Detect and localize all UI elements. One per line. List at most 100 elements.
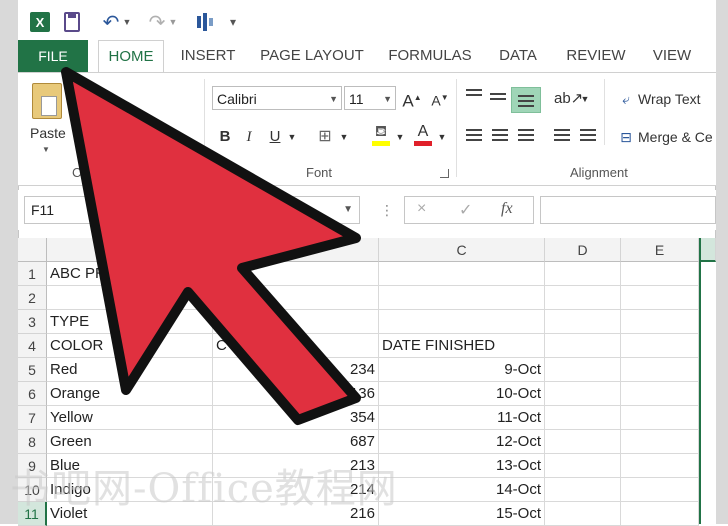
table-cell[interactable]: 12-Oct — [379, 430, 545, 454]
tab-data[interactable]: DATA — [492, 40, 544, 72]
paste-dropdown-icon[interactable]: ▼ — [42, 145, 50, 154]
font-name-select[interactable]: Calibri ▼ — [212, 86, 342, 110]
formula-bar-splitter-icon[interactable]: ⋮ — [380, 202, 394, 219]
table-cell[interactable]: Green — [47, 430, 213, 454]
font-dialog-launcher-icon[interactable] — [440, 169, 449, 178]
table-cell[interactable] — [621, 262, 699, 286]
table-cell[interactable]: 234 — [213, 358, 379, 382]
table-cell[interactable]: 214 — [213, 478, 379, 502]
row-header[interactable]: 5 — [18, 358, 47, 382]
table-cell[interactable] — [621, 454, 699, 478]
column-header-e[interactable]: E — [621, 238, 699, 262]
table-cell[interactable]: 13-Oct — [379, 454, 545, 478]
fill-color-dropdown-icon[interactable]: ▼ — [394, 125, 406, 149]
table-cell[interactable] — [545, 262, 621, 286]
wrap-text-button[interactable]: Wrap Text — [638, 87, 718, 111]
row-header[interactable]: 3 — [18, 310, 47, 334]
merge-center-button[interactable]: Merge & Ce — [638, 125, 716, 149]
table-cell[interactable] — [621, 382, 699, 406]
table-cell[interactable] — [545, 406, 621, 430]
table-cell[interactable]: Violet — [47, 502, 213, 526]
table-cell[interactable]: C — [213, 334, 379, 358]
redo-dropdown-icon[interactable]: ▼ — [168, 12, 178, 32]
align-left-icon[interactable] — [466, 129, 482, 143]
table-cell[interactable]: Red — [47, 358, 213, 382]
table-cell[interactable] — [545, 334, 621, 358]
borders-dropdown-icon[interactable]: ▼ — [338, 125, 350, 149]
table-cell[interactable] — [47, 286, 213, 310]
grow-font-button[interactable]: A▲ — [400, 86, 424, 111]
save-icon[interactable] — [64, 12, 80, 32]
align-right-icon[interactable] — [518, 129, 534, 143]
table-cell[interactable] — [621, 406, 699, 430]
row-header[interactable]: 7 — [18, 406, 47, 430]
row-header[interactable]: 4 — [18, 334, 47, 358]
row-header[interactable]: 9 — [18, 454, 47, 478]
orientation-dropdown-icon[interactable]: ▼ — [580, 87, 590, 111]
table-cell[interactable] — [545, 358, 621, 382]
tab-review[interactable]: REVIEW — [564, 40, 628, 72]
table-cell[interactable]: Blue — [47, 454, 213, 478]
undo-dropdown-icon[interactable]: ▼ — [122, 12, 132, 32]
paste-button-label[interactable]: Paste — [30, 125, 66, 141]
table-cell[interactable] — [621, 310, 699, 334]
table-cell[interactable]: 216 — [213, 502, 379, 526]
table-cell[interactable] — [621, 430, 699, 454]
paste-icon[interactable] — [32, 83, 62, 119]
table-cell[interactable]: 213 — [213, 454, 379, 478]
table-cell[interactable] — [621, 358, 699, 382]
table-cell[interactable] — [545, 286, 621, 310]
tab-insert[interactable]: INSERT — [178, 40, 238, 72]
table-cell[interactable]: 15-Oct — [379, 502, 545, 526]
italic-button[interactable]: I — [240, 125, 258, 149]
table-cell[interactable] — [213, 286, 379, 310]
name-box[interactable]: F11 ▼ — [24, 196, 360, 224]
table-cell[interactable] — [621, 502, 699, 526]
shrink-font-button[interactable]: A▼ — [428, 86, 452, 110]
row-header[interactable]: 6 — [18, 382, 47, 406]
column-header-b[interactable]: B — [213, 238, 379, 262]
column-header-c[interactable]: C — [379, 238, 545, 262]
table-cell[interactable]: 354 — [213, 406, 379, 430]
row-header[interactable]: 8 — [18, 430, 47, 454]
table-cell[interactable]: COLOR — [47, 334, 213, 358]
chevron-down-icon[interactable]: ▼ — [343, 197, 353, 223]
tab-file[interactable]: FILE — [18, 40, 88, 72]
row-header[interactable]: 10 — [18, 478, 47, 502]
table-cell[interactable] — [379, 310, 545, 334]
underline-dropdown-icon[interactable]: ▼ — [286, 125, 298, 149]
customize-dropdown-icon[interactable]: ▾ — [226, 12, 240, 32]
row-header[interactable]: 1 — [18, 262, 47, 286]
orientation-icon[interactable]: ab↗ — [554, 87, 583, 111]
tab-formulas[interactable]: FORMULAS — [386, 40, 474, 72]
insert-function-icon[interactable]: fx — [501, 200, 513, 218]
row-header[interactable]: 11 — [18, 502, 47, 526]
table-cell[interactable] — [545, 478, 621, 502]
table-cell[interactable] — [379, 286, 545, 310]
column-header-d[interactable]: D — [545, 238, 621, 262]
table-cell[interactable]: 687 — [213, 430, 379, 454]
bold-button[interactable]: B — [216, 125, 234, 149]
table-cell[interactable] — [621, 478, 699, 502]
table-cell[interactable] — [545, 382, 621, 406]
table-cell[interactable] — [379, 262, 545, 286]
selected-cell-f11[interactable] — [699, 238, 716, 524]
fill-color-icon[interactable]: ⛾ — [370, 123, 392, 147]
table-cell[interactable]: 136 — [213, 382, 379, 406]
table-cell[interactable]: 10-Oct — [379, 382, 545, 406]
row-header[interactable]: 2 — [18, 286, 47, 310]
table-cell[interactable]: ABC PR — [47, 262, 213, 286]
underline-button[interactable]: U — [266, 125, 284, 149]
chart-icon[interactable] — [196, 12, 214, 32]
table-cell[interactable] — [621, 286, 699, 310]
formula-input[interactable] — [540, 196, 716, 224]
table-cell[interactable] — [545, 430, 621, 454]
table-cell[interactable] — [213, 310, 379, 334]
select-all-corner[interactable] — [18, 238, 47, 262]
table-cell[interactable] — [545, 502, 621, 526]
table-cell[interactable] — [213, 262, 379, 286]
table-cell[interactable] — [621, 334, 699, 358]
table-cell[interactable] — [545, 310, 621, 334]
table-cell[interactable]: Indigo — [47, 478, 213, 502]
tab-view[interactable]: VIEW — [646, 40, 698, 72]
